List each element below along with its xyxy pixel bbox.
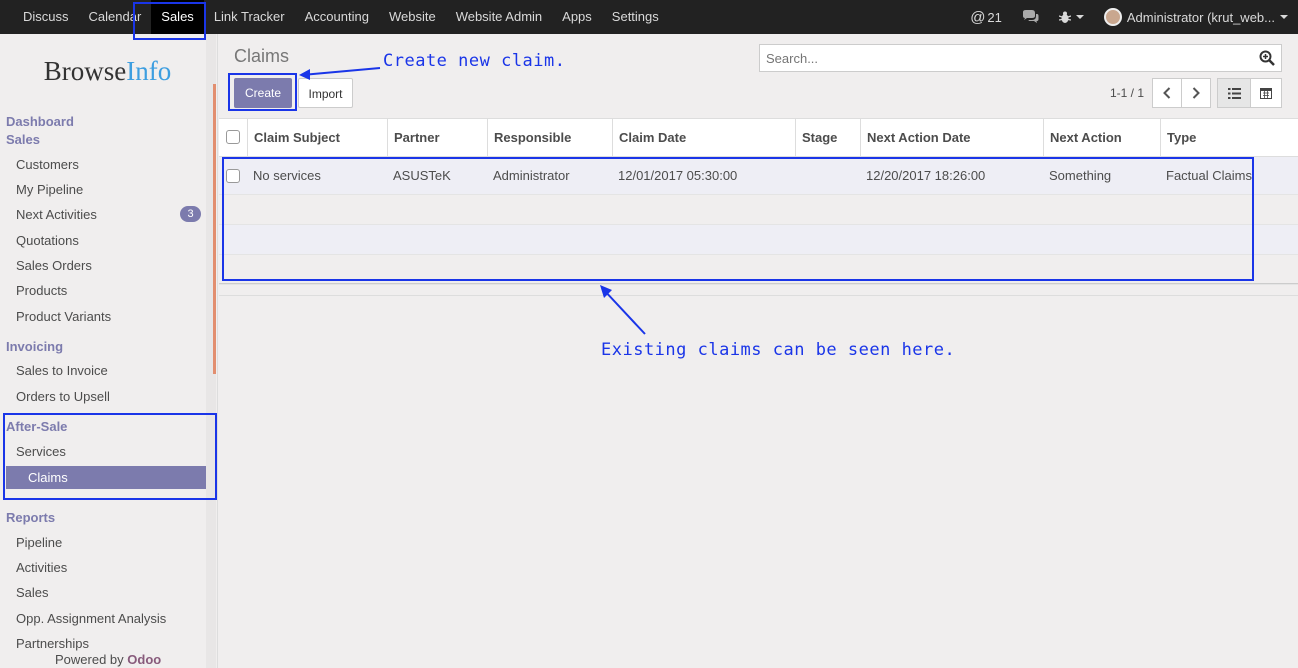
- arrow-to-create-button: [299, 67, 381, 80]
- annotation-arrows: [299, 67, 646, 335]
- arrow-to-claims-list: [600, 285, 646, 335]
